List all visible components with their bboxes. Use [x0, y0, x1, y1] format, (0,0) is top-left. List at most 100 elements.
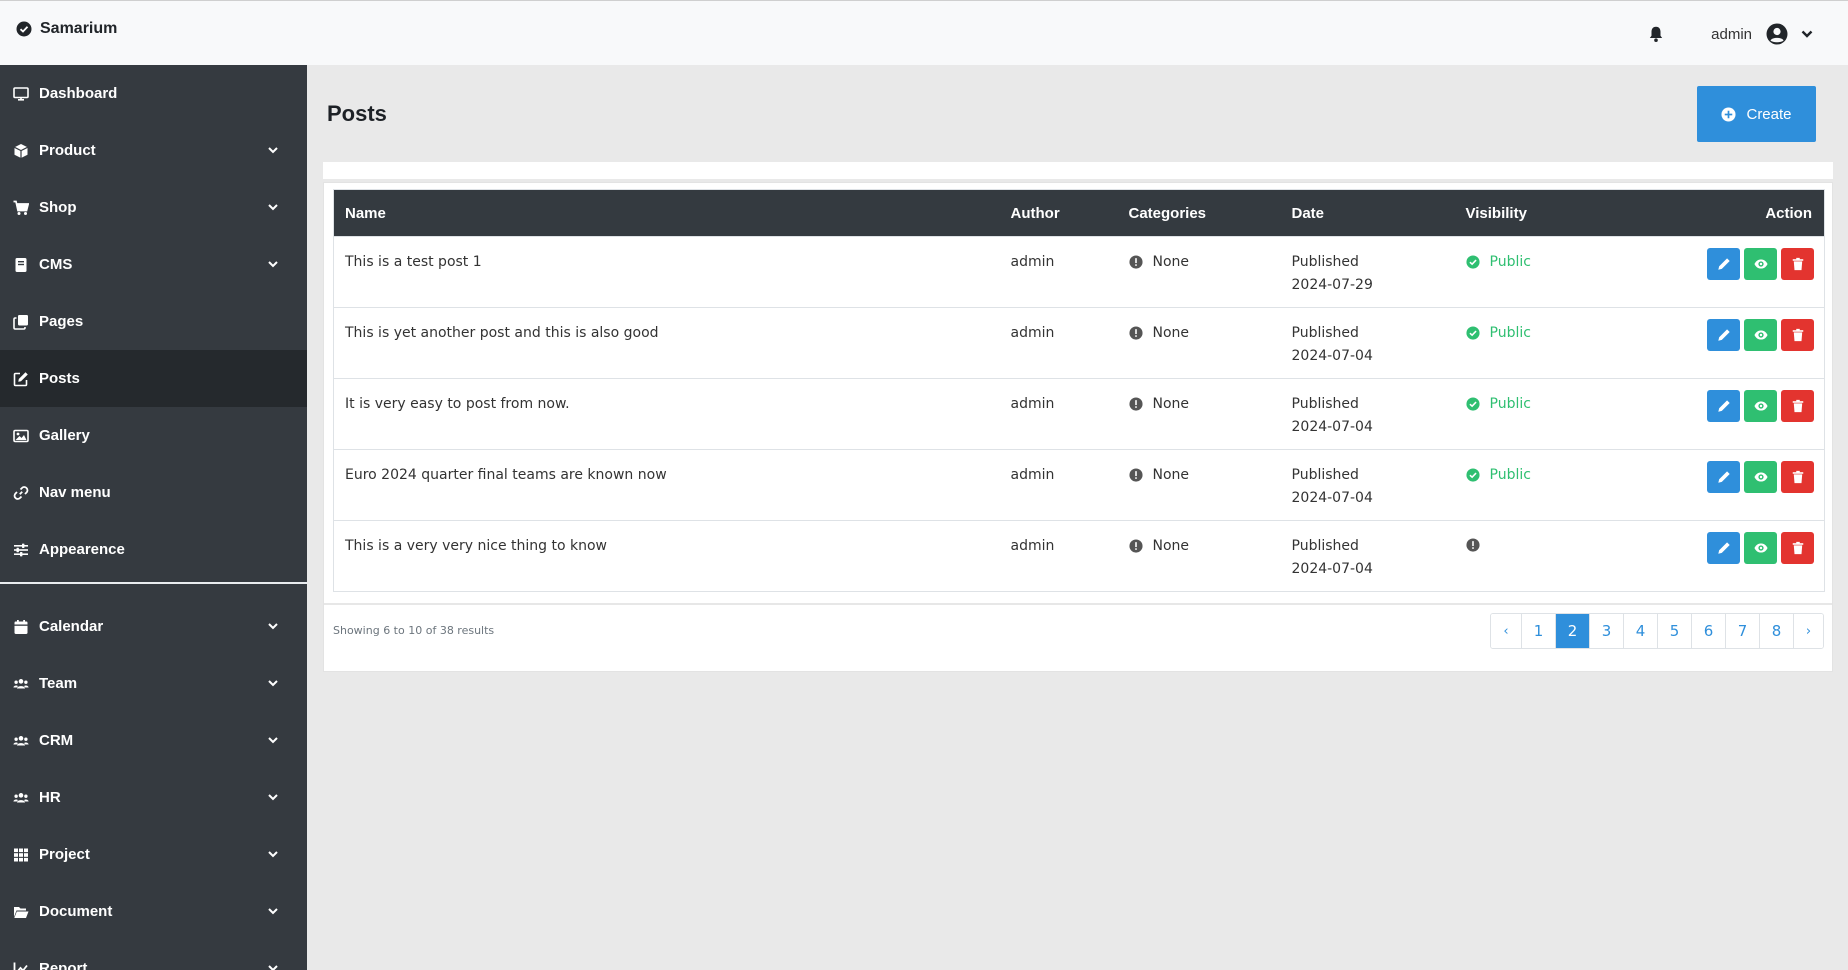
- post-categories: None: [1118, 521, 1281, 592]
- pagination-page[interactable]: 4: [1623, 614, 1657, 648]
- pencil-icon: [1717, 400, 1730, 412]
- sidebar-item-crm[interactable]: CRM: [0, 712, 307, 769]
- visibility-wrap: Public: [1465, 325, 1615, 341]
- sidebar-item-product[interactable]: Product: [0, 122, 307, 179]
- post-name[interactable]: It is very easy to post from now.: [334, 379, 1000, 450]
- sidebar-item-label: Document: [39, 903, 113, 920]
- view-button[interactable]: [1744, 461, 1777, 493]
- category-text: None: [1152, 325, 1190, 341]
- user-circle-icon[interactable]: [1766, 23, 1788, 45]
- view-button[interactable]: [1744, 532, 1777, 564]
- sidebar-item-label: Appearence: [39, 541, 125, 558]
- category-wrap: None: [1128, 396, 1281, 412]
- post-name[interactable]: This is a test post 1: [334, 237, 1000, 308]
- delete-button[interactable]: [1781, 532, 1814, 564]
- sidebar-item-posts[interactable]: Posts: [0, 350, 307, 407]
- card-divider: [324, 603, 1832, 605]
- eye-icon: [1753, 472, 1768, 482]
- post-actions: [1615, 450, 1825, 521]
- sidebar-item-label: Product: [39, 142, 96, 159]
- page-title: Posts: [327, 101, 387, 126]
- column-header-name[interactable]: Name: [334, 190, 1000, 237]
- sidebar-item-report[interactable]: Report: [0, 940, 307, 970]
- sidebar-item-appearence[interactable]: Appearence: [0, 521, 307, 578]
- create-button-label: Create: [1746, 105, 1792, 123]
- table-row: It is very easy to post from now. admin No…: [333, 378, 1825, 450]
- delete-button[interactable]: [1781, 319, 1814, 351]
- column-header-visibility[interactable]: Visibility: [1455, 190, 1615, 237]
- eye-icon: [1753, 543, 1768, 553]
- column-header-date[interactable]: Date: [1281, 190, 1455, 237]
- visibility-wrap: Public: [1465, 396, 1615, 412]
- brand-name: Samarium: [40, 20, 118, 37]
- edit-button[interactable]: [1707, 461, 1740, 493]
- delete-button[interactable]: [1781, 390, 1814, 422]
- sidebar-item-calendar[interactable]: Calendar: [0, 598, 307, 655]
- post-visibility: [1455, 521, 1615, 592]
- sidebar-item-shop[interactable]: Shop: [0, 179, 307, 236]
- pagination-page[interactable]: 3: [1589, 614, 1623, 648]
- chevron-down-icon[interactable]: [1800, 27, 1814, 41]
- post-status: Published: [1291, 396, 1359, 412]
- user-area: admin: [1647, 23, 1814, 45]
- column-header-categories[interactable]: Categories: [1118, 190, 1281, 237]
- post-actions: [1615, 308, 1825, 379]
- post-categories: None: [1118, 450, 1281, 521]
- create-button[interactable]: Create: [1697, 86, 1816, 142]
- edit-button[interactable]: [1707, 532, 1740, 564]
- post-name[interactable]: Euro 2024 quarter final teams are known …: [334, 450, 1000, 521]
- sidebar-item-gallery[interactable]: Gallery: [0, 407, 307, 464]
- view-button[interactable]: [1744, 390, 1777, 422]
- post-date-value: 2024-07-04: [1291, 419, 1373, 435]
- sidebar-item-label: HR: [39, 789, 61, 806]
- sidebar-item-hr[interactable]: HR: [0, 769, 307, 826]
- brand[interactable]: Samarium: [16, 20, 117, 38]
- chart-icon: [13, 962, 28, 970]
- check-circle-icon: [1465, 255, 1480, 269]
- sidebar-item-label: Dashboard: [39, 85, 118, 102]
- pagination-page[interactable]: 6: [1691, 614, 1725, 648]
- edit-button[interactable]: [1707, 248, 1740, 280]
- pagination-next[interactable]: ›: [1793, 614, 1823, 648]
- action-buttons: [1626, 248, 1825, 280]
- column-header-author[interactable]: Author: [1000, 190, 1118, 237]
- pagination-page[interactable]: 1: [1521, 614, 1555, 648]
- edit-button[interactable]: [1707, 390, 1740, 422]
- edit-icon: [13, 371, 28, 386]
- delete-button[interactable]: [1781, 461, 1814, 493]
- sidebar-item-project[interactable]: Project: [0, 826, 307, 883]
- post-name[interactable]: This is yet another post and this is als…: [334, 308, 1000, 379]
- sidebar-item-label: CRM: [39, 732, 74, 749]
- sidebar-item-label: Posts: [39, 370, 80, 387]
- pagination-prev[interactable]: ‹: [1491, 614, 1521, 648]
- post-author: admin: [1010, 396, 1055, 412]
- sidebar-item-team[interactable]: Team: [0, 655, 307, 712]
- sidebar-item-pages[interactable]: Pages: [0, 293, 307, 350]
- post-actions: [1615, 521, 1825, 592]
- visibility-text: Public: [1489, 325, 1531, 341]
- view-button[interactable]: [1744, 319, 1777, 351]
- post-date-value: 2024-07-04: [1291, 561, 1373, 577]
- post-name[interactable]: This is a very very nice thing to know: [334, 521, 1000, 592]
- pagination-page[interactable]: 8: [1759, 614, 1793, 648]
- post-categories: None: [1118, 308, 1281, 379]
- sidebar-item-cms[interactable]: CMS: [0, 236, 307, 293]
- post-date: Published 2024-07-04: [1281, 308, 1455, 379]
- sidebar-item-document[interactable]: Document: [0, 883, 307, 940]
- user-name[interactable]: admin: [1711, 26, 1752, 43]
- view-button[interactable]: [1744, 248, 1777, 280]
- sidebar-item-dashboard[interactable]: Dashboard: [0, 65, 307, 122]
- pagination-page[interactable]: 2: [1555, 614, 1589, 648]
- pagination-page[interactable]: 5: [1657, 614, 1691, 648]
- eye-icon: [1753, 259, 1768, 269]
- copy-icon: [13, 314, 28, 330]
- bell-icon[interactable]: [1647, 25, 1665, 43]
- pagination-page[interactable]: 7: [1725, 614, 1759, 648]
- edit-button[interactable]: [1707, 319, 1740, 351]
- exclamation-circle-icon: [1128, 255, 1143, 269]
- sliders-icon: [14, 543, 28, 556]
- posts-table: Name Author Categories Date Visibility A…: [333, 189, 1825, 592]
- delete-button[interactable]: [1781, 248, 1814, 280]
- eye-icon: [1753, 330, 1768, 340]
- sidebar-item-nav-menu[interactable]: Nav menu: [0, 464, 307, 521]
